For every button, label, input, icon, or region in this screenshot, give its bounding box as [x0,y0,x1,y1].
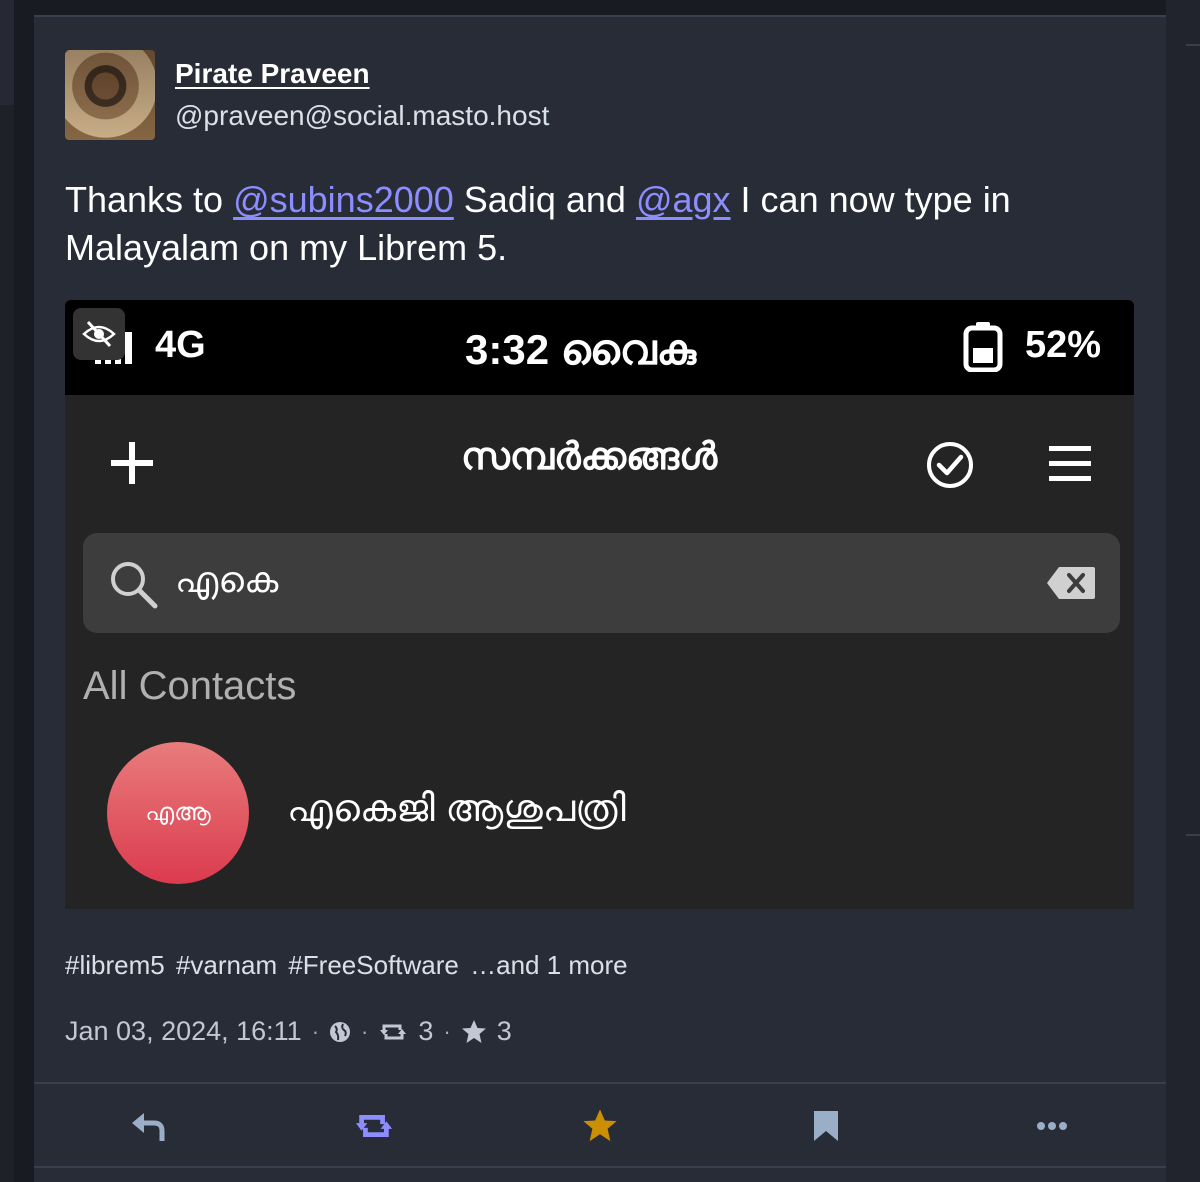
contacts-search-field: എകെ [83,533,1120,633]
hashtag-link[interactable]: #librem5 [65,950,165,980]
bookmark-button[interactable] [806,1106,846,1146]
star-icon [461,1019,486,1043]
retweet-icon [380,1024,407,1039]
contact-avatar: എആ [107,742,249,884]
favourite-count: 3 [496,1016,512,1046]
contact-name: എകെജി ആശുപത്രി [287,788,626,830]
divider [34,1166,1166,1168]
media-attachment[interactable]: 4G 3:32 വൈകു 52% സമ്പർക്കങ്ങൾ എകെ All Co… [65,300,1134,909]
hamburger-menu-icon [1049,446,1091,481]
eye-slash-icon [82,320,116,348]
status-timestamp[interactable]: Jan 03, 2024, 16:11 [65,1016,302,1047]
status-content: Thanks to @subins2000 Sadiq and @agx I c… [65,176,1125,272]
search-icon [111,562,158,609]
author-handle: @praveen@social.masto.host [175,100,550,131]
hashtag-bar: #librem5 #varnam #FreeSoftware …and 1 mo… [65,950,632,981]
avatar[interactable] [65,50,155,140]
separator-dot: · [361,1018,369,1044]
hashtag-link[interactable]: #FreeSoftware [288,950,459,980]
battery-icon [963,322,1003,372]
divider [34,15,1166,17]
bookmark-icon [814,1111,838,1141]
search-value: എകെ [175,559,279,600]
retweet-icon [355,1115,393,1137]
section-label: All Contacts [83,664,297,708]
favourite-button[interactable] [580,1106,620,1146]
hide-media-button[interactable] [73,308,125,360]
mention-link[interactable]: @subins2000 [233,179,454,220]
left-gutter-mark [0,0,14,105]
status-action-bar [34,1084,1166,1168]
ellipsis-icon [1037,1122,1067,1130]
battery-percent: 52% [1025,324,1102,366]
globe-icon [330,1021,351,1042]
hashtag-link[interactable]: #varnam [176,950,277,980]
status-card[interactable]: Pirate Praveen @praveen@social.masto.hos… [34,16,1166,1182]
left-gutter [0,0,14,1182]
mention-link[interactable]: @agx [636,179,731,220]
add-contact-icon [111,442,153,484]
reply-button[interactable] [128,1106,168,1146]
boost-button[interactable] [354,1106,394,1146]
more-options-button[interactable] [1032,1106,1072,1146]
star-icon [583,1109,617,1142]
divider [1186,44,1200,46]
author-display-name[interactable]: Pirate Praveen [175,58,370,90]
phone-clock: 3:32 വൈകു [465,326,697,373]
separator-dot: · [443,1018,451,1044]
right-column-edge [1166,0,1200,1182]
divider [1186,834,1200,836]
select-check-icon [927,442,973,488]
phone-statusbar: 4G 3:32 വൈകു 52% [65,300,1134,395]
status-text: Thanks to [65,179,234,220]
backspace-clear-icon [1047,567,1095,599]
status-meta: Jan 03, 2024, 16:11 · · 3 · 3 [65,1016,512,1047]
show-more-hashtags[interactable]: …and 1 more [470,950,628,980]
app-title: സമ്പർക്കങ്ങൾ [461,436,718,478]
separator-dot: · [311,1018,320,1044]
status-text: Sadiq and [453,179,636,220]
boost-count: 3 [418,1016,434,1046]
reply-icon [132,1113,165,1141]
network-type: 4G [155,324,206,366]
